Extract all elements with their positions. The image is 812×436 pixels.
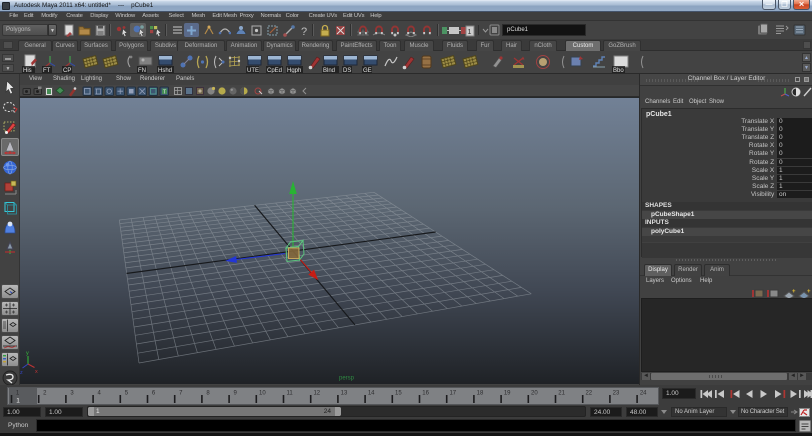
svg-text:His: His — [23, 68, 32, 73]
svg-text:y: y — [26, 351, 29, 357]
svg-text:z: z — [20, 370, 23, 376]
svg-text:x: x — [35, 369, 38, 375]
svg-text:CP: CP — [63, 68, 71, 73]
svg-text:12: 12 — [313, 391, 320, 397]
svg-text:persp: persp — [339, 376, 355, 382]
svg-text:11: 11 — [286, 391, 293, 397]
svg-text:CpEd: CpEd — [267, 68, 282, 73]
svg-text:9: 9 — [234, 391, 238, 397]
svg-text:Blnd: Blnd — [323, 68, 335, 73]
svg-text:FT: FT — [43, 68, 51, 73]
svg-text:22: 22 — [585, 391, 592, 397]
svg-text:?: ? — [301, 26, 307, 37]
svg-text:14: 14 — [368, 391, 375, 397]
svg-text:24: 24 — [640, 391, 647, 397]
svg-text:1: 1 — [468, 29, 472, 36]
svg-text:T: T — [163, 90, 166, 96]
svg-text:20: 20 — [531, 391, 538, 397]
svg-text:17: 17 — [449, 391, 456, 397]
svg-text:FN: FN — [138, 68, 146, 73]
svg-text:18: 18 — [477, 391, 484, 397]
svg-text:10: 10 — [259, 391, 266, 397]
svg-text:+: + — [792, 289, 796, 295]
svg-text:6: 6 — [152, 391, 156, 397]
svg-text:GE: GE — [363, 68, 372, 73]
svg-text:23: 23 — [613, 391, 620, 397]
svg-text:21: 21 — [558, 391, 565, 397]
svg-text:2: 2 — [43, 391, 47, 397]
svg-text:5: 5 — [125, 391, 129, 397]
svg-text:1: 1 — [16, 398, 20, 405]
svg-text:DS: DS — [343, 68, 351, 73]
svg-text:19: 19 — [504, 391, 511, 397]
svg-text:Bbo: Bbo — [613, 68, 624, 73]
svg-text:13: 13 — [341, 391, 348, 397]
svg-text:1: 1 — [16, 391, 20, 397]
svg-text:4: 4 — [98, 391, 102, 397]
svg-text:+: + — [807, 289, 811, 295]
svg-text:8: 8 — [206, 391, 210, 397]
svg-text:UTE: UTE — [247, 68, 259, 73]
svg-text:3: 3 — [70, 391, 74, 397]
svg-text:15: 15 — [395, 391, 402, 397]
svg-text:Hgph: Hgph — [287, 68, 301, 73]
svg-text:Hshd: Hshd — [158, 68, 172, 73]
svg-text:16: 16 — [422, 391, 429, 397]
svg-text:7: 7 — [179, 391, 183, 397]
